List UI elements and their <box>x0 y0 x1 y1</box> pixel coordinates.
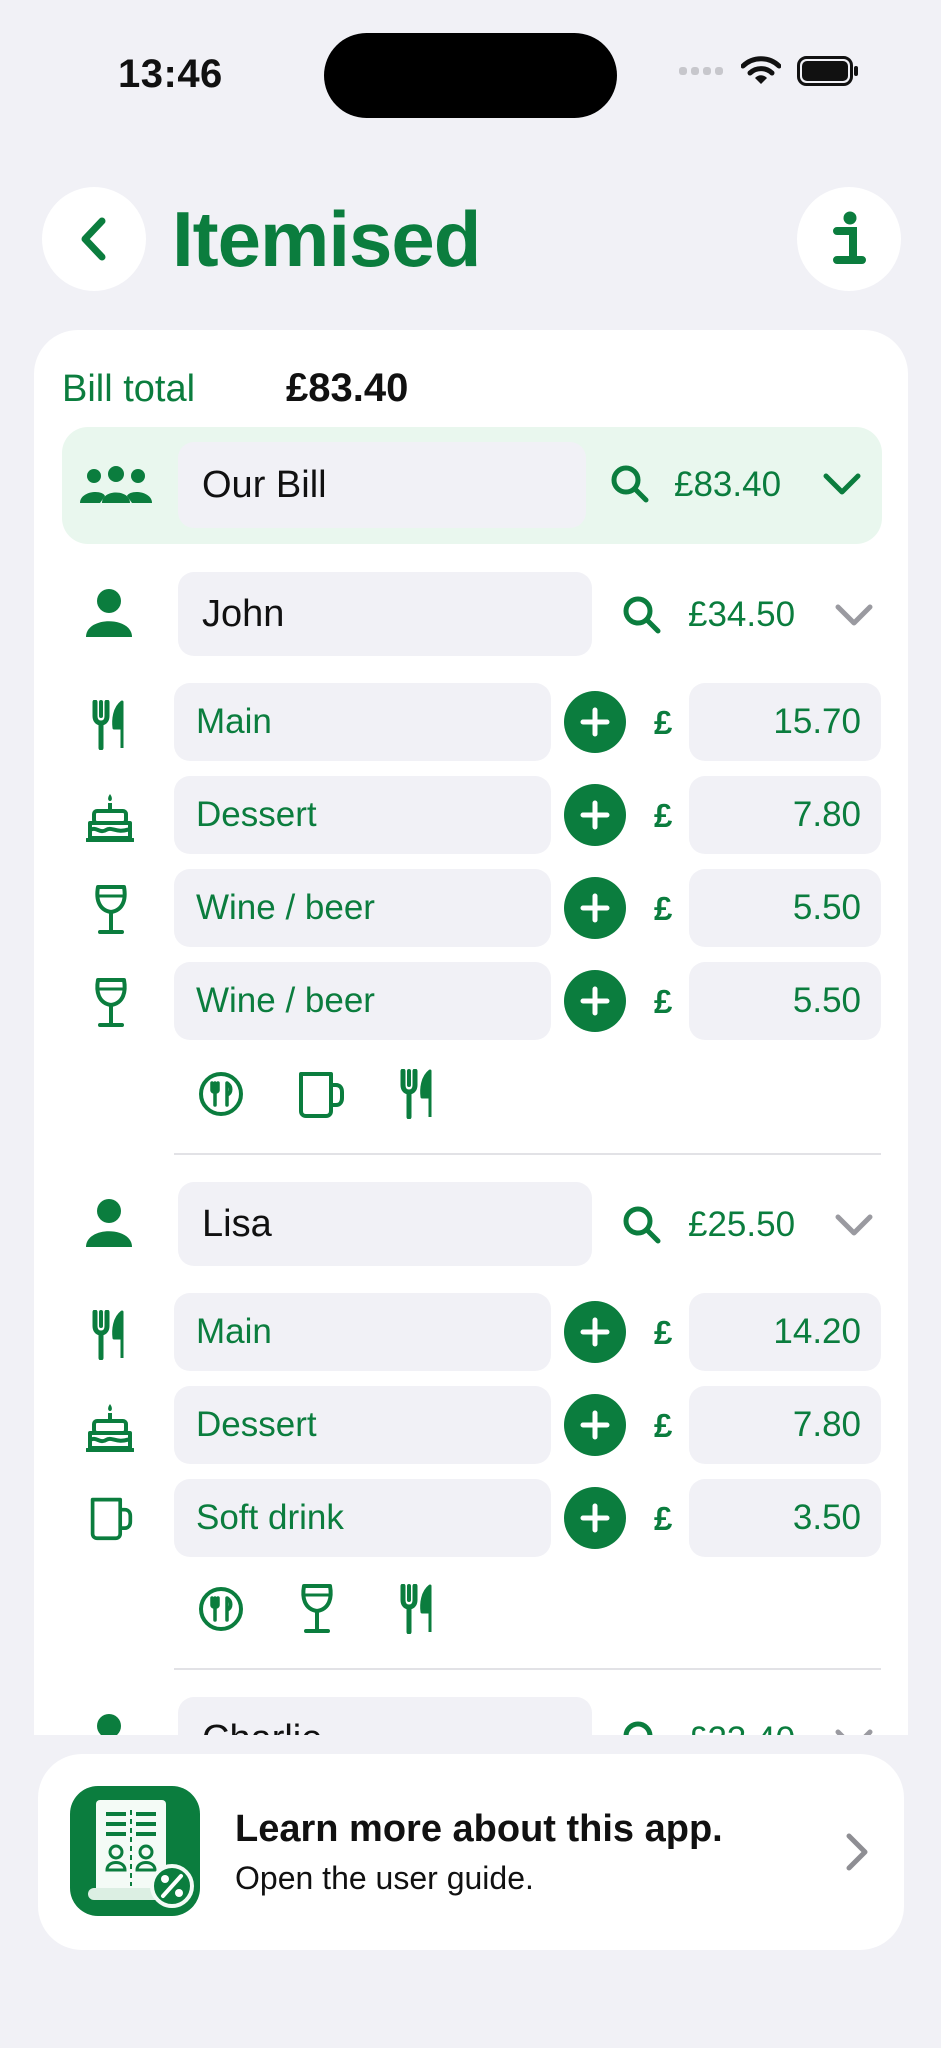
cake-icon <box>86 1404 134 1452</box>
currency-symbol: £ <box>654 890 673 927</box>
item-price-field[interactable]: 7.80 <box>689 1386 881 1464</box>
group-bill-row: Our Bill £83.40 <box>62 427 882 544</box>
group-people-icon <box>80 466 152 503</box>
group-amount: £83.40 <box>674 465 782 504</box>
item-name-field[interactable]: Main <box>174 683 551 761</box>
chevron-down-icon[interactable] <box>834 602 874 628</box>
add-item-button[interactable] <box>564 1487 626 1549</box>
add-item-button[interactable] <box>564 877 626 939</box>
wine-glass-icon <box>95 978 127 1027</box>
item-name-field[interactable]: Dessert <box>174 776 551 854</box>
item-name-field[interactable]: Wine / beer <box>174 869 551 947</box>
currency-symbol: £ <box>654 1407 673 1444</box>
item-name-field[interactable]: Main <box>174 1293 551 1371</box>
currency-symbol: £ <box>654 704 673 741</box>
chevron-down-icon[interactable] <box>834 1727 874 1735</box>
mug-icon[interactable] <box>296 1069 346 1119</box>
section-divider <box>174 1668 881 1670</box>
currency-symbol: £ <box>654 1314 673 1351</box>
plus-icon <box>580 707 610 737</box>
person-amount: £23.40 <box>688 1720 795 1735</box>
plus-icon <box>580 800 610 830</box>
fork-knife-icon[interactable] <box>400 1069 436 1119</box>
bill-total-value: £83.40 <box>286 366 409 410</box>
add-item-button[interactable] <box>564 691 626 753</box>
item-name-field[interactable]: Dessert <box>174 1386 551 1464</box>
mug-icon <box>90 1497 133 1541</box>
currency-symbol: £ <box>654 797 673 834</box>
dynamic-island <box>324 33 617 118</box>
search-icon[interactable] <box>622 595 662 635</box>
add-item-button[interactable] <box>564 1301 626 1363</box>
banner-title: Learn more about this app. <box>235 1808 723 1850</box>
currency-symbol: £ <box>654 983 673 1020</box>
item-price-field[interactable]: 7.80 <box>689 776 881 854</box>
plus-icon <box>580 1317 610 1347</box>
search-icon[interactable] <box>622 1205 662 1245</box>
plus-icon <box>580 1503 610 1533</box>
item-price-field[interactable]: 3.50 <box>689 1479 881 1557</box>
person-icon <box>86 589 132 637</box>
bill-total-label: Bill total <box>62 368 196 410</box>
person-icon <box>86 1199 132 1247</box>
item-price-field[interactable]: 5.50 <box>689 962 881 1040</box>
cellular-signal-icon <box>679 67 723 75</box>
plate-icon[interactable] <box>198 1071 244 1117</box>
chevron-right-icon[interactable] <box>844 1832 870 1872</box>
info-button[interactable] <box>797 187 901 291</box>
fork-knife-icon <box>92 1310 124 1360</box>
status-icons <box>679 56 859 86</box>
wifi-icon <box>741 56 781 84</box>
cake-icon <box>86 794 134 842</box>
item-price-field[interactable]: 5.50 <box>689 869 881 947</box>
wine-glass-icon <box>95 885 127 934</box>
fork-knife-icon[interactable] <box>400 1584 436 1634</box>
wine-glass-icon[interactable] <box>300 1583 334 1635</box>
person-amount: £34.50 <box>688 595 796 634</box>
person-name-field[interactable]: Lisa <box>178 1182 592 1266</box>
currency-symbol: £ <box>654 1500 673 1537</box>
add-item-button[interactable] <box>564 1394 626 1456</box>
status-time: 13:46 <box>118 52 223 96</box>
add-item-button[interactable] <box>564 784 626 846</box>
search-icon[interactable] <box>622 1720 662 1735</box>
add-item-button[interactable] <box>564 970 626 1032</box>
group-name-field[interactable]: Our Bill <box>178 442 586 528</box>
app-icon <box>70 1786 200 1916</box>
item-name-field[interactable]: Wine / beer <box>174 962 551 1040</box>
plus-icon <box>580 893 610 923</box>
search-icon[interactable] <box>610 464 650 504</box>
bill-card: Bill total £83.40 Our Bill £83.40 John £… <box>34 330 908 1735</box>
plus-icon <box>580 986 610 1016</box>
item-price-field[interactable]: 14.20 <box>689 1293 881 1371</box>
fork-knife-icon <box>92 700 124 750</box>
receipt-icon <box>88 1800 194 1908</box>
battery-icon <box>797 56 858 86</box>
back-button[interactable] <box>42 187 146 291</box>
page-title: Itemised <box>172 195 481 283</box>
item-name-field[interactable]: Soft drink <box>174 1479 551 1557</box>
chevron-down-icon[interactable] <box>834 1212 874 1238</box>
item-price-field[interactable]: 15.70 <box>689 683 881 761</box>
person-name-field[interactable]: Charlie <box>178 1697 592 1735</box>
plus-icon <box>580 1410 610 1440</box>
chevron-down-icon[interactable] <box>822 471 862 497</box>
person-icon <box>97 1714 121 1735</box>
info-icon <box>833 211 866 264</box>
plate-icon[interactable] <box>198 1586 244 1632</box>
banner-subtitle: Open the user guide. <box>235 1860 534 1896</box>
person-name-field[interactable]: John <box>178 572 592 656</box>
chevron-left-icon <box>81 217 106 261</box>
section-divider <box>174 1153 881 1155</box>
person-amount: £25.50 <box>688 1205 796 1244</box>
